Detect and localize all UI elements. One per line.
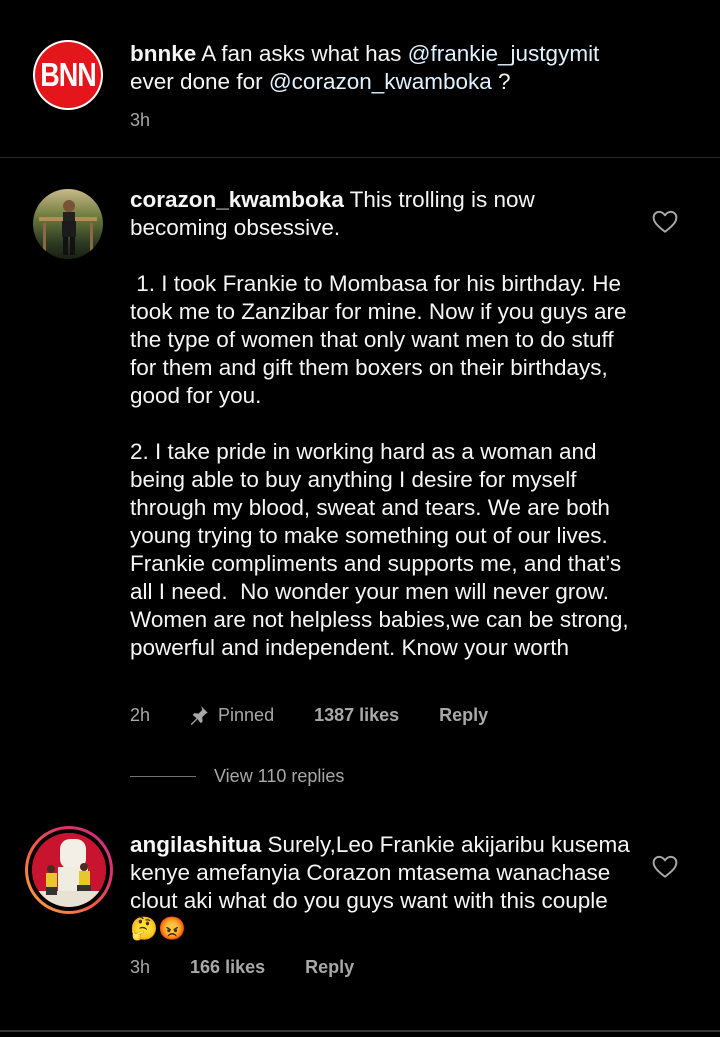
view-replies-button[interactable]: View 110 replies	[130, 766, 344, 787]
commenter-avatar[interactable]	[33, 189, 103, 259]
caption-username[interactable]: bnnke	[130, 41, 196, 66]
emoji: 🤔😡	[130, 916, 187, 941]
pin-icon	[190, 706, 208, 726]
replies-divider	[130, 776, 196, 777]
view-replies-label: View 110 replies	[214, 766, 345, 786]
reply-button[interactable]: Reply	[439, 705, 488, 726]
comment-meta: 3h 166 likes Reply	[130, 957, 354, 978]
comment-text: corazon_kwamboka This trolling is now be…	[130, 186, 630, 662]
caption-text: bnnke A fan asks what has @frankie_justg…	[130, 40, 640, 96]
caption-text-part: ?	[491, 69, 511, 94]
caption-time: 3h	[130, 110, 151, 130]
bnn-avatar[interactable]: BNN	[33, 40, 103, 110]
avatar-photo	[32, 833, 106, 907]
heart-outline-icon[interactable]	[652, 210, 678, 234]
comment-time: 2h	[130, 704, 151, 725]
caption-text-part: A fan asks what has	[196, 41, 408, 66]
comment-username[interactable]: angilashitua	[130, 832, 261, 857]
reply-button[interactable]: Reply	[305, 957, 354, 978]
comment-body: This trolling is now becoming obsessive.…	[130, 187, 629, 660]
likes-count[interactable]: 166 likes	[190, 957, 265, 978]
commenter-avatar-story-ring[interactable]	[25, 826, 113, 914]
post-caption: BNN bnnke A fan asks what has @frankie_j…	[0, 0, 720, 158]
bottom-divider	[0, 1030, 720, 1032]
comment-text: angilashitua Surely,Leo Frankie akijarib…	[130, 831, 630, 943]
pinned-label: Pinned	[218, 704, 275, 725]
mention-link[interactable]: @corazon_kwamboka	[269, 69, 492, 94]
mention-link[interactable]: @frankie_justgymit	[408, 41, 600, 66]
likes-count[interactable]: 1387 likes	[314, 705, 399, 726]
bnn-logo-text: BNN	[40, 55, 96, 94]
heart-outline-icon[interactable]	[652, 855, 678, 879]
comment-meta: 2h Pinned 1387 likes Reply	[130, 704, 488, 726]
avatar-photo	[39, 200, 97, 255]
comment-username[interactable]: corazon_kwamboka	[130, 187, 344, 212]
comment-time: 3h	[130, 957, 151, 977]
